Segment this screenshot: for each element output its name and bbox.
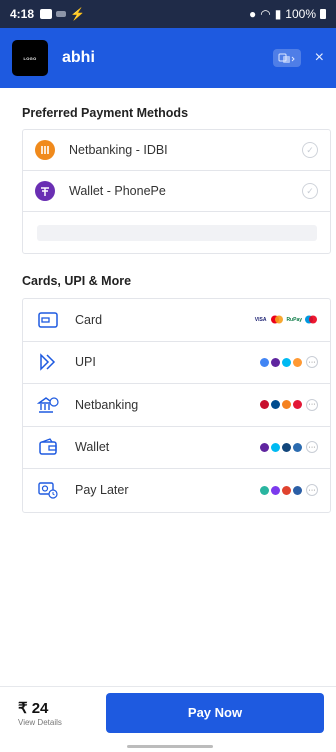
app-notification-icon [56,11,67,17]
mastercard-logo [271,315,284,324]
visa-logo: VISA [254,316,267,323]
signal-icon: ▮ [274,7,282,21]
simpl-logo [260,485,269,495]
axis-bank-logo [260,400,269,410]
idbi-bank-icon [35,140,55,160]
loading-skeleton [37,224,317,241]
method-label: Wallet [75,440,110,455]
hdfc-paylater-logo [293,485,302,495]
battery-icon [320,9,326,19]
paylater-icon [37,479,59,501]
method-label: Pay Later [75,483,129,498]
payment-methods-list: Card VISA RuPay UPI ··· Netbanking ··· W… [22,298,331,513]
total-amount: ₹ 24 [18,699,49,717]
merchant-name: abhi [62,49,95,66]
method-label: UPI [75,355,96,370]
merchant-logo-text: LOGO [23,55,37,61]
method-pay-later[interactable]: Pay Later ··· [23,469,330,512]
kotak-bank-logo [293,400,302,410]
view-details-link[interactable]: View Details [18,718,62,727]
wifi-icon: ◠ [260,7,271,21]
preferred-item-netbanking-idbi[interactable]: Netbanking - IDBI ✓ [23,130,330,171]
translate-icon[interactable] [272,49,301,67]
wallet-icon [37,436,59,458]
close-icon[interactable]: × [315,50,324,66]
lazypay-logo [271,485,280,495]
method-card[interactable]: Card VISA RuPay [23,299,330,342]
more-icon: ··· [306,398,318,411]
upi-icon [37,351,59,373]
flash-notification-icon: ⚡ [70,7,85,21]
preferred-item-label: Wallet - PhonePe [69,184,166,198]
method-wallet[interactable]: Wallet ··· [23,427,330,469]
preferred-placeholder-row [23,212,330,253]
more-icon: ··· [306,484,318,497]
check-circle-icon[interactable]: ✓ [302,183,318,199]
method-label: Netbanking [75,397,139,412]
bhim-logo [293,357,302,367]
amount-summary: ₹ 24 View Details [18,699,62,727]
check-circle-icon[interactable]: ✓ [302,142,318,158]
card-icon [37,309,59,331]
card-network-logos: VISA RuPay [255,315,318,324]
method-upi[interactable]: UPI ··· [23,342,330,384]
preferred-methods-title: Preferred Payment Methods [22,106,189,120]
pay-now-button[interactable]: Pay Now [106,692,324,733]
checkout-footer: ₹ 24 View Details Pay Now [0,686,336,738]
paytm-wallet-logo [271,442,280,452]
preferred-item-label: Netbanking - IDBI [69,143,168,157]
gpay-logo [260,357,269,367]
paytm-logo [282,357,291,367]
paylater-logos: ··· [260,484,318,497]
mobikwik-logo [282,442,291,452]
freecharge-logo [293,442,302,452]
merchant-logo: LOGO [12,40,48,76]
upi-app-logos: ··· [260,356,318,369]
bank-logos: ··· [260,398,318,411]
hdfc-bank-logo [271,400,280,410]
more-icon: ··· [306,356,318,369]
icici-bank-logo [282,400,291,410]
home-indicator[interactable] [127,745,213,748]
location-icon: ● [248,7,257,21]
method-netbanking[interactable]: Netbanking ··· [23,384,330,427]
status-bar: 4:18 ⚡ ● ◠ ▮ 100% [0,0,336,28]
preferred-methods-list: Netbanking - IDBI ✓ Wallet - PhonePe ✓ [22,129,331,254]
maestro-logo [305,315,317,324]
checkout-header: LOGO abhi × [0,28,336,88]
gallery-notification-icon [40,9,53,19]
icici-paylater-logo [282,485,291,495]
preferred-item-wallet-phonepe[interactable]: Wallet - PhonePe ✓ [23,171,330,212]
phonepe-logo [271,357,280,367]
payment-methods-title: Cards, UPI & More [22,274,132,288]
wallet-logos: ··· [260,441,318,454]
phonepe-icon [35,181,55,201]
bank-icon [37,394,59,416]
phonepe-wallet-logo [260,442,269,452]
battery-level: 100% [285,7,316,21]
rupay-logo: RuPay [286,316,302,323]
method-label: Card [75,312,103,327]
more-icon: ··· [306,441,318,454]
status-time: 4:18 [10,7,35,21]
